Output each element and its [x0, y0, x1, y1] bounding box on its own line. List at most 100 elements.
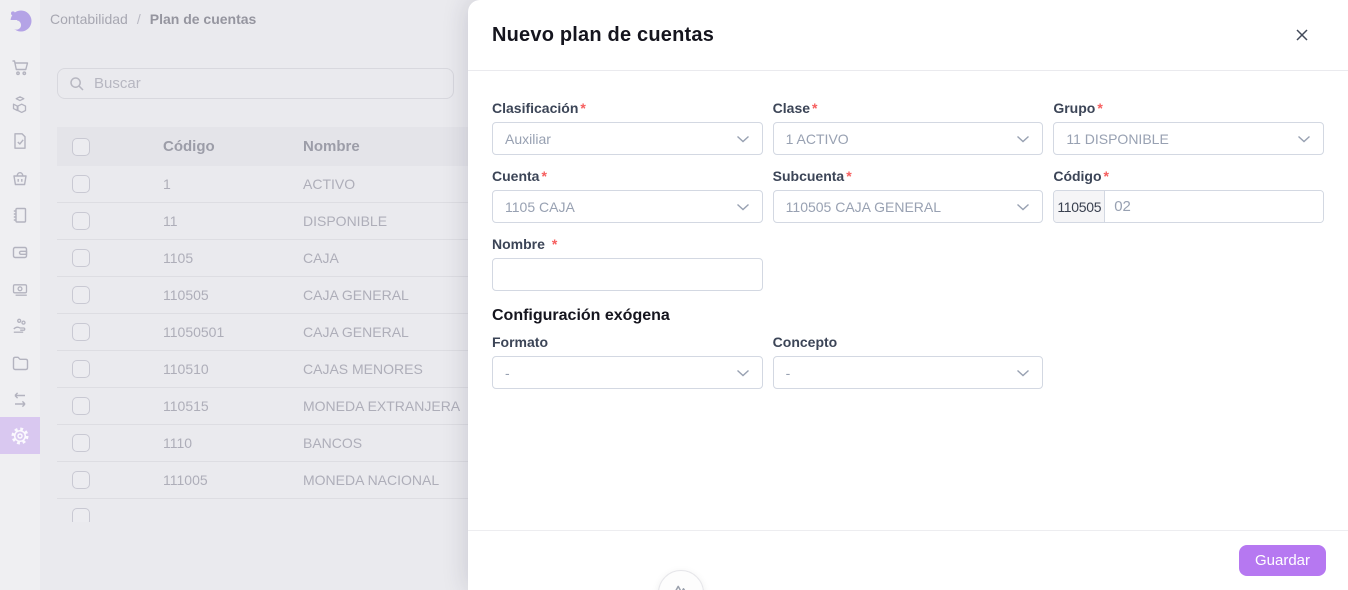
table-row[interactable]: 111005 MONEDA NACIONAL	[57, 462, 468, 499]
table-row[interactable]: 11050501 CAJA GENERAL	[57, 314, 468, 351]
sidebar	[0, 0, 40, 590]
chevron-down-icon	[736, 203, 750, 211]
sidebar-item-wallet[interactable]	[0, 233, 40, 270]
nombre-input[interactable]	[492, 258, 763, 291]
sidebar-item-basket[interactable]	[0, 159, 40, 196]
app-logo[interactable]	[6, 6, 34, 34]
chevron-down-icon	[736, 135, 750, 143]
cell-nombre: ACTIVO	[303, 176, 463, 192]
clasificacion-select[interactable]: Auxiliar	[492, 122, 763, 155]
cell-codigo: 111005	[163, 472, 303, 488]
cell-nombre: MONEDA NACIONAL	[303, 472, 463, 488]
clase-value: 1 ACTIVO	[786, 131, 849, 147]
cell-nombre: CAJAS MENORES	[303, 361, 463, 377]
select-all-checkbox[interactable]	[72, 138, 90, 156]
sidebar-item-settings[interactable]	[0, 417, 40, 454]
search-input[interactable]	[94, 75, 443, 92]
field-nombre: Nombre*	[492, 236, 763, 291]
field-clase: Clase* 1 ACTIVO	[773, 100, 1044, 155]
codigo-prefix: 110505	[1054, 191, 1105, 222]
cell-codigo: 11050501	[163, 324, 303, 340]
chevron-down-icon	[736, 369, 750, 377]
modal-header: Nuevo plan de cuentas	[468, 0, 1348, 71]
row-checkbox[interactable]	[72, 471, 90, 489]
table-header-row: Código Nombre	[57, 127, 468, 166]
required-asterisk: *	[846, 168, 851, 184]
cell-codigo: 1	[163, 176, 303, 192]
new-account-modal: Nuevo plan de cuentas Clasificación* Aux…	[468, 0, 1348, 590]
accounts-table: Código Nombre 1 ACTIVO 11 DISPONIBLE 110…	[57, 127, 468, 522]
row-checkbox[interactable]	[72, 286, 90, 304]
cell-codigo: 11	[163, 213, 303, 229]
cell-nombre: CAJA GENERAL	[303, 287, 463, 303]
table-row[interactable]: 110510 CAJAS MENORES	[57, 351, 468, 388]
sidebar-item-payroll[interactable]	[0, 307, 40, 344]
codigo-input[interactable]	[1105, 191, 1323, 222]
subcuenta-label: Subcuenta	[773, 168, 845, 184]
grupo-select[interactable]: 11 DISPONIBLE	[1053, 122, 1324, 155]
field-concepto: Concepto -	[773, 334, 1044, 389]
row-checkbox[interactable]	[72, 249, 90, 267]
row-checkbox[interactable]	[72, 175, 90, 193]
mountain-icon	[669, 578, 693, 590]
cell-codigo: 110505	[163, 287, 303, 303]
row-checkbox[interactable]	[72, 397, 90, 415]
row-checkbox[interactable]	[72, 434, 90, 452]
row-checkbox[interactable]	[72, 212, 90, 230]
save-button[interactable]: Guardar	[1239, 545, 1326, 576]
cuenta-label: Cuenta	[492, 168, 539, 184]
chevron-down-icon	[1016, 135, 1030, 143]
sidebar-item-kardex[interactable]	[0, 196, 40, 233]
cell-nombre: DISPONIBLE	[303, 213, 463, 229]
required-asterisk: *	[1097, 100, 1102, 116]
cuenta-select[interactable]: 1105 CAJA	[492, 190, 763, 223]
field-clasificacion: Clasificación* Auxiliar	[492, 100, 763, 155]
close-icon[interactable]	[1288, 21, 1316, 49]
table-row[interactable]: 110515 MONEDA EXTRANJERA	[57, 388, 468, 425]
table-row[interactable]: 1110 BANCOS	[57, 425, 468, 462]
cell-codigo: 110515	[163, 398, 303, 414]
section-title-configuracion-exogena: Configuración exógena	[492, 307, 1324, 325]
sidebar-item-invoice[interactable]	[0, 122, 40, 159]
table-row[interactable]: 1105 CAJA	[57, 240, 468, 277]
clasificacion-label: Clasificación	[492, 100, 578, 116]
chevron-down-icon	[1297, 135, 1311, 143]
cell-codigo: 1110	[163, 435, 303, 451]
cell-nombre: CAJA	[303, 250, 463, 266]
sidebar-item-folder[interactable]	[0, 344, 40, 381]
table-row[interactable]: 1 ACTIVO	[57, 166, 468, 203]
cell-codigo: 110510	[163, 361, 303, 377]
row-checkbox[interactable]	[72, 323, 90, 341]
search-box[interactable]	[57, 68, 454, 99]
grupo-value: 11 DISPONIBLE	[1066, 131, 1168, 147]
concepto-select[interactable]: -	[773, 356, 1044, 389]
table-row[interactable]: 11 DISPONIBLE	[57, 203, 468, 240]
breadcrumb: Contabilidad / Plan de cuentas	[50, 11, 256, 27]
table-row[interactable]: 110505 CAJA GENERAL	[57, 277, 468, 314]
table-row[interactable]	[57, 499, 468, 522]
row-checkbox[interactable]	[72, 360, 90, 378]
field-subcuenta: Subcuenta* 110505 CAJA GENERAL	[773, 168, 1044, 223]
modal-footer: Guardar	[468, 530, 1348, 590]
formato-select[interactable]: -	[492, 356, 763, 389]
cell-nombre: MONEDA EXTRANJERA	[303, 398, 463, 414]
breadcrumb-current: Plan de cuentas	[150, 11, 257, 27]
formato-value: -	[505, 365, 510, 381]
formato-label: Formato	[492, 334, 548, 350]
sidebar-item-cart[interactable]	[0, 48, 40, 85]
codigo-label: Código	[1053, 168, 1101, 184]
modal-body: Clasificación* Auxiliar Clase* 1 ACTIVO …	[468, 71, 1348, 389]
grupo-label: Grupo	[1053, 100, 1095, 116]
cuenta-value: 1105 CAJA	[505, 199, 575, 215]
cell-nombre: BANCOS	[303, 435, 463, 451]
row-checkbox[interactable]	[72, 508, 90, 522]
sidebar-item-cash[interactable]	[0, 270, 40, 307]
clase-select[interactable]: 1 ACTIVO	[773, 122, 1044, 155]
chevron-down-icon	[1016, 369, 1030, 377]
subcuenta-select[interactable]: 110505 CAJA GENERAL	[773, 190, 1044, 223]
required-asterisk: *	[580, 100, 585, 116]
sidebar-item-inventory[interactable]	[0, 85, 40, 122]
breadcrumb-section[interactable]: Contabilidad	[50, 11, 128, 27]
clase-label: Clase	[773, 100, 810, 116]
sidebar-item-transfers[interactable]	[0, 381, 40, 418]
